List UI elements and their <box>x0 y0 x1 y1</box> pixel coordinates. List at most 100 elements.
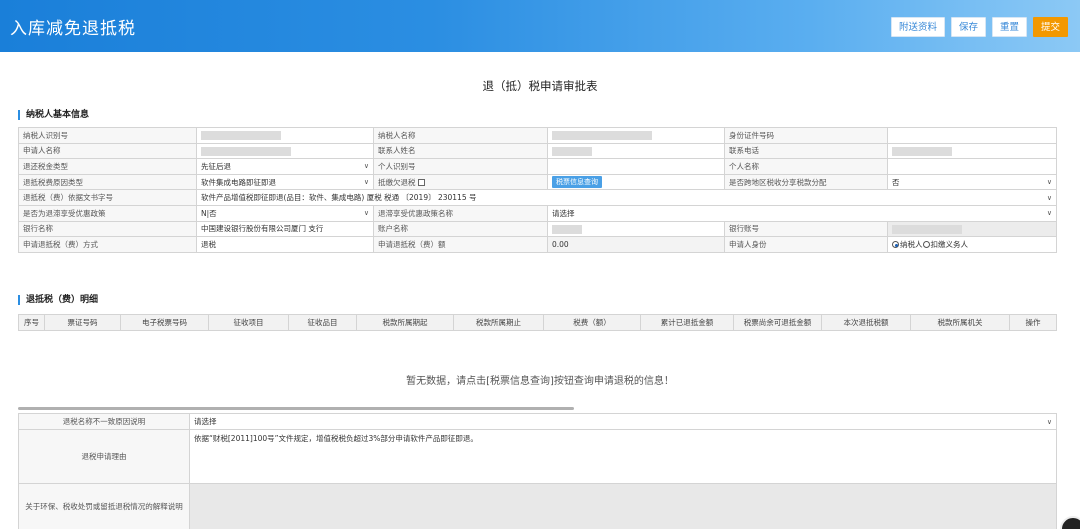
col-header: 累计已退抵金额 <box>640 314 734 331</box>
refund-amount-field[interactable]: 0.00 <box>547 236 725 253</box>
personal-name-label: 个人名称 <box>724 158 888 175</box>
info-row: 银行名称 中国建设银行股份有限公司厦门 支行 账户名称 银行账号 <box>18 220 1057 238</box>
reason-row: 关于环保、税收处罚或留抵退税情况的解释说明 <box>18 483 1057 529</box>
bank-name-label: 银行名称 <box>18 220 197 238</box>
col-header: 税票尚余可退抵金额 <box>733 314 822 331</box>
empty-data-message: 暂无数据，请点击[税票信息查询]按钮查询申请退税的信息！ <box>406 376 674 387</box>
detail-header-row: 序号 票证号码 电子税票号码 征收项目 征收品目 税款所属期起 税款所属期止 税… <box>18 314 1057 331</box>
radio-taxpayer-label: 纳税人 <box>900 239 923 249</box>
save-button[interactable]: 保存 <box>950 17 986 37</box>
offset-arrears-checkbox[interactable] <box>417 179 425 187</box>
app-header: 入库减免退抵税 附送资料 保存 重置 提交 <box>0 0 1080 52</box>
applicant-name-field[interactable] <box>196 142 374 160</box>
refund-amount-label: 申请退抵税（费）额 <box>373 236 548 253</box>
account-name-field[interactable] <box>547 220 725 238</box>
info-row: 退抵税费原因类型 软件集成电路即征即退 ∨ 抵缴欠退税 税票信息查询 是否跨地区税… <box>18 173 1057 191</box>
header-button-group: 附送资料 保存 重置 提交 <box>890 17 1068 37</box>
preferential-policy-value: N|否 <box>201 208 217 218</box>
radio-withholding-agent[interactable] <box>922 241 930 249</box>
basis-document-select[interactable]: 软件产品增值税即征即退(品目：软件、集成电路) 厦税 税通 〔2019〕 230… <box>196 189 1057 206</box>
basis-document-value: 软件产品增值税即征即退(品目：软件、集成电路) 厦税 税通 〔2019〕 230… <box>201 193 477 203</box>
info-row: 退抵税（费）依据文书字号 软件产品增值税即征即退(品目：软件、集成电路) 厦税 … <box>18 189 1057 206</box>
offset-arrears-label: 抵缴欠退税 <box>373 173 548 191</box>
contact-name-label: 联系人姓名 <box>373 142 548 160</box>
policy-name-label: 退滞享受优惠政策名称 <box>373 204 548 222</box>
cross-region-value: 否 <box>892 177 900 187</box>
avatar[interactable] <box>1060 516 1080 529</box>
col-header: 票证号码 <box>44 314 121 331</box>
app-title: 入库减免退抵税 <box>10 19 136 39</box>
reason-mismatch-label: 退税名称不一致原因说明 <box>18 413 190 430</box>
preferential-policy-select[interactable]: N|否 ∨ <box>196 204 374 222</box>
personal-id-field[interactable] <box>547 158 725 175</box>
taxpayer-name-field[interactable] <box>547 127 725 144</box>
env-explanation-textarea[interactable] <box>189 483 1057 529</box>
submit-button[interactable]: 提交 <box>1032 17 1068 37</box>
apply-reason-text: 依据“财税[2011]100号”文件规定，增值税税负超过3%部分申请软件产品即征… <box>194 434 478 443</box>
col-header: 税费（额） <box>543 314 641 331</box>
taxpayer-id-field[interactable] <box>196 127 374 144</box>
policy-name-value: 请选择 <box>552 208 575 218</box>
applicant-name-label: 申请人名称 <box>18 142 197 160</box>
info-row: 纳税人识别号 纳税人名称 身份证件号码 <box>18 127 1057 144</box>
reason-row: 退税申请理由 依据“财税[2011]100号”文件规定，增值税税负超过3%部分申… <box>18 429 1057 484</box>
info-row: 申请退抵税（费）方式 退税 申请退抵税（费）额 0.00 申请人身份 纳税人 扣缴… <box>18 236 1057 253</box>
personal-name-field[interactable] <box>887 158 1057 175</box>
refund-method-field[interactable]: 退税 <box>196 236 374 253</box>
basis-document-label: 退抵税（费）依据文书字号 <box>18 189 197 206</box>
refund-type-select[interactable]: 先征后退 ∨ <box>196 158 374 175</box>
chevron-down-icon: ∨ <box>1046 178 1052 187</box>
personal-id-label: 个人识别号 <box>373 158 548 175</box>
chevron-down-icon: ∨ <box>1046 193 1052 202</box>
col-header: 税款所属期止 <box>453 314 544 331</box>
bank-account-field[interactable] <box>887 220 1057 238</box>
reason-row: 退税名称不一致原因说明 请选择 ∨ <box>18 413 1057 430</box>
redacted-value <box>552 131 652 141</box>
radio-taxpayer[interactable] <box>892 241 899 249</box>
taxpayer-id-label: 纳税人识别号 <box>18 127 197 144</box>
redacted-value <box>201 131 281 141</box>
info-row: 是否为退滞享受优惠政策 N|否 ∨ 退滞享受优惠政策名称 请选择 ∨ <box>18 204 1057 222</box>
info-row: 申请人名称 联系人姓名 联系电话 <box>18 142 1057 160</box>
reason-table: 退税名称不一致原因说明 请选择 ∨ 退税申请理由 依据“财税[2011]100号”… <box>18 413 1057 529</box>
contact-phone-field[interactable] <box>887 142 1057 160</box>
attach-documents-button[interactable]: 附送资料 <box>890 17 945 37</box>
col-header: 电子税票号码 <box>120 314 209 331</box>
refund-reason-type-select[interactable]: 软件集成电路即征即退 ∨ <box>196 173 374 191</box>
redacted-value <box>201 146 291 156</box>
bank-name-field[interactable]: 中国建设银行股份有限公司厦门 支行 <box>196 220 374 238</box>
chevron-down-icon: ∨ <box>363 209 369 218</box>
env-explanation-label: 关于环保、税收处罚或留抵退税情况的解释说明 <box>18 483 190 529</box>
col-header: 序号 <box>18 314 45 331</box>
ticket-query-button[interactable]: 税票信息查询 <box>552 176 602 189</box>
chevron-down-icon: ∨ <box>1046 417 1052 426</box>
reason-mismatch-select[interactable]: 请选择 ∨ <box>189 413 1057 430</box>
preferential-policy-label: 是否为退滞享受优惠政策 <box>18 204 197 222</box>
col-header: 征收品目 <box>288 314 357 331</box>
id-card-field[interactable] <box>887 127 1057 144</box>
contact-name-field[interactable] <box>547 142 725 160</box>
refund-reason-type-value: 软件集成电路即征即退 <box>201 177 276 187</box>
col-header: 税款所属机关 <box>910 314 1010 331</box>
policy-name-select[interactable]: 请选择 ∨ <box>547 204 1057 222</box>
col-header: 税款所属期起 <box>356 314 454 331</box>
chevron-down-icon: ∨ <box>363 178 369 187</box>
taxpayer-name-label: 纳税人名称 <box>373 127 548 144</box>
form-title: 退（抵）税申请审批表 <box>482 79 598 93</box>
horizontal-scrollbar[interactable] <box>18 407 574 410</box>
applicant-identity-label: 申请人身份 <box>724 236 888 253</box>
chevron-down-icon: ∨ <box>363 162 369 171</box>
bank-account-label: 银行账号 <box>724 220 888 238</box>
refund-type-value: 先征后退 <box>201 161 231 171</box>
reset-button[interactable]: 重置 <box>991 17 1027 37</box>
chevron-down-icon: ∨ <box>1046 209 1052 218</box>
reason-mismatch-value: 请选择 <box>194 417 217 426</box>
col-header: 征收项目 <box>208 314 289 331</box>
refund-method-label: 申请退抵税（费）方式 <box>18 236 197 253</box>
redacted-value <box>892 224 962 234</box>
cross-region-select[interactable]: 否 ∨ <box>887 173 1057 191</box>
redacted-value <box>552 146 592 156</box>
col-header: 本次退抵税额 <box>821 314 911 331</box>
apply-reason-textarea[interactable]: 依据“财税[2011]100号”文件规定，增值税税负超过3%部分申请软件产品即征… <box>189 429 1057 484</box>
apply-reason-label: 退税申请理由 <box>18 429 190 484</box>
